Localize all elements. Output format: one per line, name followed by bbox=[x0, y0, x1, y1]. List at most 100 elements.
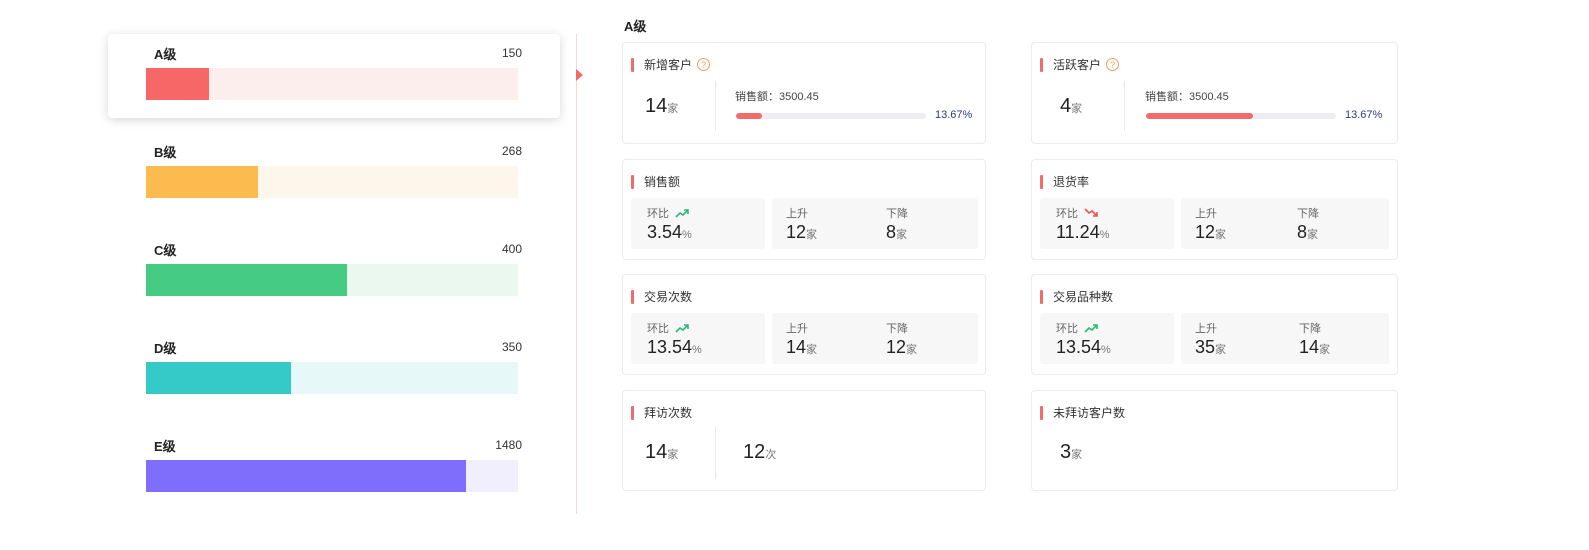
trend-up-icon bbox=[675, 324, 689, 333]
card-title: 新增客户 bbox=[644, 58, 693, 72]
down-unit: 家 bbox=[1319, 344, 1331, 356]
trade-count-card: 交易次数 环比 13.54% 上升 14家 下降 12家 bbox=[622, 274, 986, 375]
level-card-c[interactable]: C级 400 bbox=[108, 230, 560, 328]
progress-fill bbox=[736, 113, 762, 119]
up-value: 12 bbox=[786, 222, 807, 242]
ratio-label: 环比 bbox=[647, 208, 669, 220]
metric-value: 12 bbox=[743, 441, 766, 463]
ratio-value: 13.54 bbox=[1056, 337, 1102, 357]
level-bar-fill bbox=[146, 362, 292, 394]
up-value: 12 bbox=[1195, 222, 1216, 242]
ratio-box: 环比 3.54% bbox=[631, 198, 765, 249]
trade-varieties-card: 交易品种数 环比 13.54% 上升 35家 下降 14家 bbox=[1031, 274, 1398, 375]
level-card-e[interactable]: E级 1480 bbox=[108, 426, 560, 524]
metric-value: 4 bbox=[1060, 95, 1072, 117]
change-box: 上升 14家 下降 12家 bbox=[772, 313, 978, 364]
down-unit: 家 bbox=[1307, 229, 1319, 241]
level-bar-fill bbox=[146, 264, 347, 296]
help-circle-icon[interactable]: ? bbox=[1106, 58, 1120, 71]
up-label: 上升 bbox=[1195, 208, 1217, 220]
card-title: 交易品种数 bbox=[1053, 290, 1114, 304]
level-count: 268 bbox=[501, 144, 522, 158]
help-circle-icon[interactable]: ? bbox=[697, 58, 711, 71]
title-accent-bar bbox=[1040, 57, 1043, 72]
ratio-box: 环比 13.54% bbox=[1040, 313, 1174, 364]
change-box: 上升 12家 下降 8家 bbox=[1181, 198, 1389, 249]
card-title: 活跃客户 bbox=[1053, 58, 1102, 72]
metric-value: 3 bbox=[1060, 441, 1072, 463]
level-count: 150 bbox=[501, 46, 522, 60]
up-label: 上升 bbox=[786, 208, 808, 220]
metric-value: 14 bbox=[645, 95, 668, 117]
trend-up-icon bbox=[1084, 324, 1098, 333]
title-accent-bar bbox=[1040, 174, 1043, 189]
down-value: 8 bbox=[1297, 222, 1308, 242]
level-bar-fill bbox=[146, 460, 466, 492]
down-label: 下降 bbox=[886, 208, 908, 220]
return-rate-card: 退货率 环比 11.24% 上升 12家 下降 8家 bbox=[1031, 159, 1398, 260]
down-value: 12 bbox=[886, 337, 907, 357]
change-box: 上升 35家 下降 14家 bbox=[1181, 313, 1389, 364]
metric-unit: 家 bbox=[1071, 449, 1083, 461]
card-title: 退货率 bbox=[1053, 175, 1090, 189]
level-card-b[interactable]: B级 268 bbox=[108, 132, 560, 230]
sales-label: 销售额：3500.45 bbox=[1145, 91, 1229, 103]
sales-label: 销售额：3500.45 bbox=[735, 91, 819, 103]
title-accent-bar bbox=[1040, 289, 1043, 304]
down-value: 14 bbox=[1299, 337, 1320, 357]
level-name: C级 bbox=[154, 242, 177, 258]
up-unit: 家 bbox=[1215, 344, 1227, 356]
up-value: 14 bbox=[786, 337, 807, 357]
card-title: 交易次数 bbox=[644, 290, 693, 304]
down-unit: 家 bbox=[906, 344, 918, 356]
ratio-value: 13.54 bbox=[647, 337, 693, 357]
level-name: A级 bbox=[154, 46, 177, 62]
trend-down-icon bbox=[1084, 208, 1098, 217]
title-accent-bar bbox=[1040, 405, 1043, 420]
level-bar-track bbox=[146, 362, 518, 394]
metric-value: 14 bbox=[645, 441, 668, 463]
ratio-unit: % bbox=[692, 344, 702, 356]
separator bbox=[715, 427, 716, 479]
level-count: 400 bbox=[501, 242, 522, 256]
ratio-value: 11.24 bbox=[1056, 222, 1100, 242]
up-unit: 家 bbox=[806, 344, 818, 356]
down-value: 8 bbox=[886, 222, 897, 242]
level-bar-track bbox=[146, 264, 518, 296]
up-unit: 家 bbox=[1215, 229, 1227, 241]
down-label: 下降 bbox=[1299, 323, 1321, 335]
detail-title: A级 bbox=[624, 19, 647, 34]
ratio-unit: % bbox=[1099, 229, 1110, 241]
active-customers-card: 活跃客户 ? 4家 销售额：3500.45 13.67% bbox=[1031, 42, 1398, 144]
level-bar-track bbox=[146, 68, 518, 100]
sales-card: 销售额 环比 3.54% 上升 12家 下降 8家 bbox=[622, 159, 986, 260]
card-title: 销售额 bbox=[644, 175, 681, 189]
up-value: 35 bbox=[1195, 337, 1216, 357]
ratio-unit: % bbox=[682, 229, 692, 241]
card-title: 拜访次数 bbox=[644, 406, 693, 420]
ratio-unit: % bbox=[1101, 344, 1111, 356]
new-customers-card: 新增客户 ? 14家 销售额：3500.45 13.67% bbox=[622, 42, 986, 144]
down-label: 下降 bbox=[1297, 208, 1319, 220]
level-card-d[interactable]: D级 350 bbox=[108, 328, 560, 426]
level-count: 1480 bbox=[495, 438, 522, 452]
level-bar-track bbox=[146, 460, 518, 492]
panel-divider bbox=[576, 34, 577, 514]
ratio-box: 环比 11.24% bbox=[1040, 198, 1174, 249]
progress-percent: 13.67% bbox=[935, 109, 973, 121]
level-list: A级 150 B级 268 C级 400 D级 350 E级 1480 bbox=[108, 34, 560, 524]
change-box: 上升 12家 下降 8家 bbox=[772, 198, 978, 249]
title-accent-bar bbox=[631, 405, 634, 420]
active-pointer-icon bbox=[576, 69, 583, 81]
up-unit: 家 bbox=[806, 229, 818, 241]
visit-count-card: 拜访次数 14家 12次 bbox=[622, 390, 986, 491]
ratio-label: 环比 bbox=[1056, 323, 1078, 335]
level-name: D级 bbox=[154, 340, 177, 356]
trend-up-icon bbox=[675, 209, 689, 218]
level-name: E级 bbox=[154, 438, 176, 454]
metric-unit: 家 bbox=[1071, 103, 1083, 115]
level-card-a[interactable]: A级 150 bbox=[108, 34, 560, 118]
card-title: 未拜访客户数 bbox=[1053, 406, 1126, 420]
level-name: B级 bbox=[154, 144, 177, 160]
progress-fill bbox=[1146, 113, 1254, 119]
